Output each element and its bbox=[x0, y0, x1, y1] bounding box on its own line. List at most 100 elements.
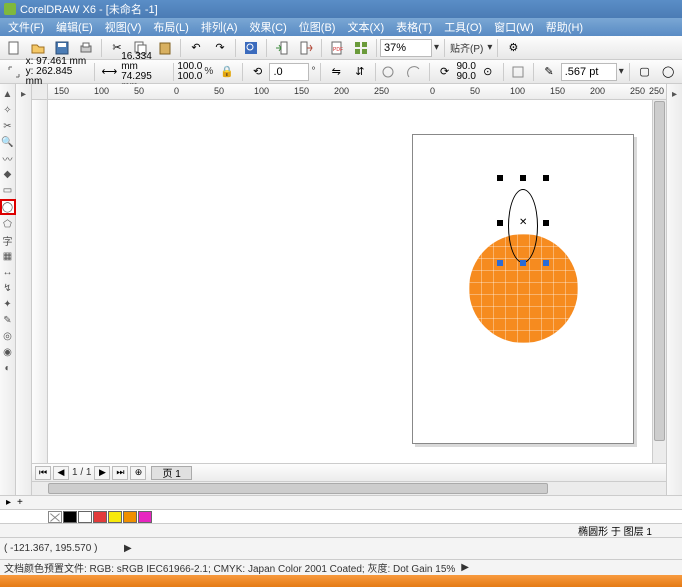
canvas[interactable]: 150 100 50 0 50 100 150 200 250 0 50 100… bbox=[32, 84, 666, 495]
chevron-down-icon[interactable]: ▾ bbox=[434, 42, 439, 53]
outline-width-input[interactable] bbox=[561, 63, 617, 81]
chevron-right-icon[interactable]: ▶ bbox=[461, 562, 469, 573]
docker-expand[interactable]: ▸ bbox=[668, 87, 682, 101]
menu-window[interactable]: 窗口(W) bbox=[488, 19, 540, 35]
plus-icon[interactable]: + bbox=[17, 497, 23, 508]
outline-tool[interactable]: ◎ bbox=[1, 329, 15, 343]
document-page[interactable]: ✕ bbox=[412, 134, 634, 444]
menu-tools[interactable]: 工具(O) bbox=[438, 19, 488, 35]
eyedropper-tool[interactable]: ✎ bbox=[1, 313, 15, 327]
chevron-down-icon[interactable]: ▾ bbox=[619, 66, 624, 77]
menu-file[interactable]: 文件(F) bbox=[2, 19, 50, 35]
print-button[interactable] bbox=[75, 38, 97, 58]
ruler-origin[interactable] bbox=[32, 84, 48, 100]
menu-effect[interactable]: 效果(C) bbox=[244, 19, 293, 35]
selection-handle[interactable] bbox=[520, 175, 526, 181]
undo-button[interactable]: ↶ bbox=[185, 38, 207, 58]
selection-handle[interactable] bbox=[497, 260, 503, 266]
menu-view[interactable]: 视图(V) bbox=[99, 19, 148, 35]
menu-arrange[interactable]: 排列(A) bbox=[195, 19, 244, 35]
color-swatch[interactable] bbox=[138, 511, 152, 523]
selection-handle[interactable] bbox=[543, 260, 549, 266]
scrollbar-thumb[interactable] bbox=[654, 101, 665, 441]
chevron-down-icon[interactable]: ▾ bbox=[487, 42, 492, 53]
no-fill-swatch[interactable] bbox=[48, 511, 62, 523]
wrap-text-button[interactable] bbox=[508, 62, 530, 82]
rectangle-tool[interactable]: ▭ bbox=[1, 183, 15, 197]
horizontal-scrollbar[interactable] bbox=[32, 481, 666, 495]
mirror-h-button[interactable]: ⇋ bbox=[325, 62, 347, 82]
new-button[interactable] bbox=[3, 38, 25, 58]
scale-y-value[interactable]: 100.0 bbox=[177, 72, 202, 82]
import-button[interactable] bbox=[271, 38, 293, 58]
snap-label[interactable]: 贴齐(P) bbox=[450, 40, 483, 55]
export-button[interactable] bbox=[295, 38, 317, 58]
next-page-button[interactable]: ▶ bbox=[94, 466, 110, 480]
selection-handle[interactable] bbox=[497, 220, 503, 226]
shape-tool[interactable]: ✧ bbox=[1, 103, 15, 117]
ellipse-tool[interactable]: ◯ bbox=[0, 199, 16, 215]
selection-handle[interactable] bbox=[497, 175, 503, 181]
add-page-button[interactable]: ⊕ bbox=[130, 466, 146, 480]
angle-top-value[interactable]: 90.0 bbox=[456, 62, 475, 72]
selection-handle[interactable] bbox=[543, 175, 549, 181]
pick-tool[interactable]: ▲ bbox=[1, 87, 15, 101]
docker-toggle[interactable]: ▸ bbox=[17, 87, 31, 101]
crop-tool[interactable]: ✂ bbox=[1, 119, 15, 133]
menu-bitmap[interactable]: 位图(B) bbox=[293, 19, 342, 35]
open-button[interactable] bbox=[27, 38, 49, 58]
save-button[interactable] bbox=[51, 38, 73, 58]
mirror-v-button[interactable]: ⇵ bbox=[349, 62, 371, 82]
zoom-input[interactable] bbox=[380, 39, 432, 57]
fill-tool[interactable]: ◉ bbox=[1, 345, 15, 359]
color-swatch[interactable] bbox=[93, 511, 107, 523]
color-swatch[interactable] bbox=[78, 511, 92, 523]
smart-fill-tool[interactable]: ◆ bbox=[1, 167, 15, 181]
menu-layout[interactable]: 布局(L) bbox=[147, 19, 194, 35]
scrollbar-thumb[interactable] bbox=[48, 483, 548, 494]
options-button[interactable]: ⚙ bbox=[502, 38, 524, 58]
first-page-button[interactable]: ⏮ bbox=[35, 466, 51, 480]
page-tab[interactable]: 页 1 bbox=[151, 466, 191, 480]
color-swatch[interactable] bbox=[63, 511, 77, 523]
connector-tool[interactable]: ↯ bbox=[1, 281, 15, 295]
width-value[interactable]: 16.334 mm bbox=[121, 52, 170, 72]
publish-pdf-button[interactable]: PDF bbox=[326, 38, 348, 58]
last-page-button[interactable]: ⏭ bbox=[112, 466, 128, 480]
polygon-tool[interactable]: ⬠ bbox=[1, 217, 15, 231]
pie-button[interactable] bbox=[380, 62, 402, 82]
color-swatch[interactable] bbox=[123, 511, 137, 523]
scale-x-value[interactable]: 100.0 bbox=[177, 62, 202, 72]
convert-curves-button[interactable]: ◯ bbox=[657, 62, 679, 82]
rotate-input[interactable] bbox=[269, 63, 309, 81]
vertical-scrollbar[interactable] bbox=[652, 100, 666, 463]
interactive-fill-tool[interactable]: ◐ bbox=[1, 361, 15, 375]
zoom-tool[interactable]: 🔍 bbox=[1, 135, 15, 149]
menu-table[interactable]: 表格(T) bbox=[390, 19, 438, 35]
menu-edit[interactable]: 编辑(E) bbox=[50, 19, 99, 35]
search-button[interactable] bbox=[240, 38, 262, 58]
dimension-tool[interactable]: ↔ bbox=[1, 265, 15, 279]
arrow-right-icon[interactable]: ▸ bbox=[6, 497, 11, 508]
arc-button[interactable] bbox=[403, 62, 425, 82]
color-swatch[interactable] bbox=[108, 511, 122, 523]
ruler-horizontal[interactable]: 150 100 50 0 50 100 150 200 250 0 50 100… bbox=[48, 84, 666, 100]
direction-button[interactable]: ⊙ bbox=[477, 62, 499, 82]
selection-handle[interactable] bbox=[520, 260, 526, 266]
effects-tool[interactable]: ✦ bbox=[1, 297, 15, 311]
chevron-right-icon[interactable]: ▶ bbox=[124, 543, 132, 554]
table-tool[interactable]: ▦ bbox=[1, 249, 15, 263]
ruler-vertical[interactable] bbox=[32, 100, 48, 495]
lock-aspect-button[interactable]: 🔒 bbox=[216, 62, 238, 82]
selection-handle[interactable] bbox=[543, 220, 549, 226]
menu-help[interactable]: 帮助(H) bbox=[540, 19, 589, 35]
center-marker-icon[interactable]: ✕ bbox=[519, 217, 527, 228]
text-tool[interactable]: 字 bbox=[1, 233, 15, 247]
menu-text[interactable]: 文本(X) bbox=[341, 19, 390, 35]
app-launcher-button[interactable] bbox=[350, 38, 372, 58]
prev-page-button[interactable]: ◀ bbox=[53, 466, 69, 480]
to-front-button[interactable]: ▢ bbox=[634, 62, 656, 82]
redo-button[interactable]: ↷ bbox=[209, 38, 231, 58]
angle-bottom-value[interactable]: 90.0 bbox=[456, 72, 475, 82]
freehand-tool[interactable]: 〰 bbox=[1, 151, 15, 165]
